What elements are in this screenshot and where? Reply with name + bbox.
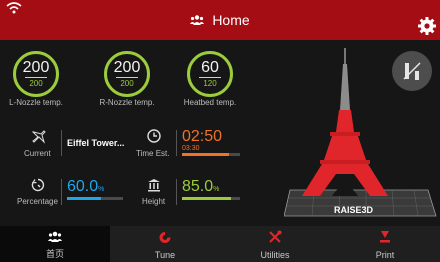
r-nozzle-gauge[interactable]: 200 200 <box>104 51 150 97</box>
percentage-value: 60.0 <box>67 178 99 195</box>
print-icon <box>380 231 390 243</box>
page-title: Home <box>212 12 250 28</box>
l-nozzle-label: L-Nozzle temp. <box>9 98 63 107</box>
l-nozzle-gauge[interactable]: 200 200 <box>13 51 59 97</box>
tab-print-label: Print <box>375 250 395 260</box>
height-progress-bar <box>182 197 240 200</box>
pause-icon <box>403 62 421 80</box>
timer-icon <box>31 178 45 192</box>
r-nozzle-current: 200 <box>113 59 141 76</box>
gear-icon[interactable] <box>418 17 436 35</box>
bottom-tab-bar: 首页 Tune Utilities Print <box>0 226 440 262</box>
building-icon <box>148 179 160 192</box>
tab-utilities[interactable]: Utilities <box>220 226 330 262</box>
height-label: Height <box>142 197 166 206</box>
tab-home-label: 首页 <box>45 249 64 259</box>
heatbed-label: Heatbed temp. <box>183 98 237 107</box>
tab-utilities-label: Utilities <box>260 250 290 260</box>
users-icon <box>190 15 205 25</box>
pin-icon <box>32 130 46 144</box>
tab-print[interactable]: Print <box>330 226 440 262</box>
current-label: Current <box>24 149 51 158</box>
heatbed-current: 60 <box>201 59 219 76</box>
current-file-name: Eiffel Tower... <box>67 138 125 148</box>
pie-icon <box>159 232 171 243</box>
time-remaining: 02:50 <box>182 128 223 145</box>
percentage-unit: % <box>98 186 105 193</box>
pause-button[interactable] <box>392 51 432 91</box>
l-nozzle-current: 200 <box>22 59 50 76</box>
l-nozzle-target: 200 <box>29 79 43 88</box>
height-value-line: 85.0% <box>182 179 219 198</box>
tab-home[interactable]: 首页 <box>0 226 110 262</box>
heatbed-target: 120 <box>203 79 217 88</box>
users-icon <box>48 231 62 242</box>
percentage-progress-bar <box>67 197 123 200</box>
brand-logo: RAISE3D <box>334 205 374 215</box>
height-value: 85.0 <box>182 178 214 195</box>
time-est-label: Time Est. <box>136 149 170 158</box>
tab-tune-label: Tune <box>154 250 176 260</box>
percentage-label: Percentage <box>17 197 58 206</box>
clock-icon <box>147 129 161 143</box>
heatbed-gauge[interactable]: 60 120 <box>187 51 233 97</box>
height-unit: % <box>213 186 220 193</box>
tools-icon <box>269 230 282 243</box>
time-progress-bar <box>182 153 240 156</box>
tower-model <box>302 48 388 196</box>
header-bar: Home <box>0 0 440 40</box>
r-nozzle-target: 200 <box>120 79 134 88</box>
percentage-value-line: 60.0% <box>67 179 104 198</box>
time-elapsed: 03:30 <box>182 145 200 152</box>
r-nozzle-label: R-Nozzle temp. <box>99 98 155 107</box>
tab-tune[interactable]: Tune <box>110 226 220 262</box>
